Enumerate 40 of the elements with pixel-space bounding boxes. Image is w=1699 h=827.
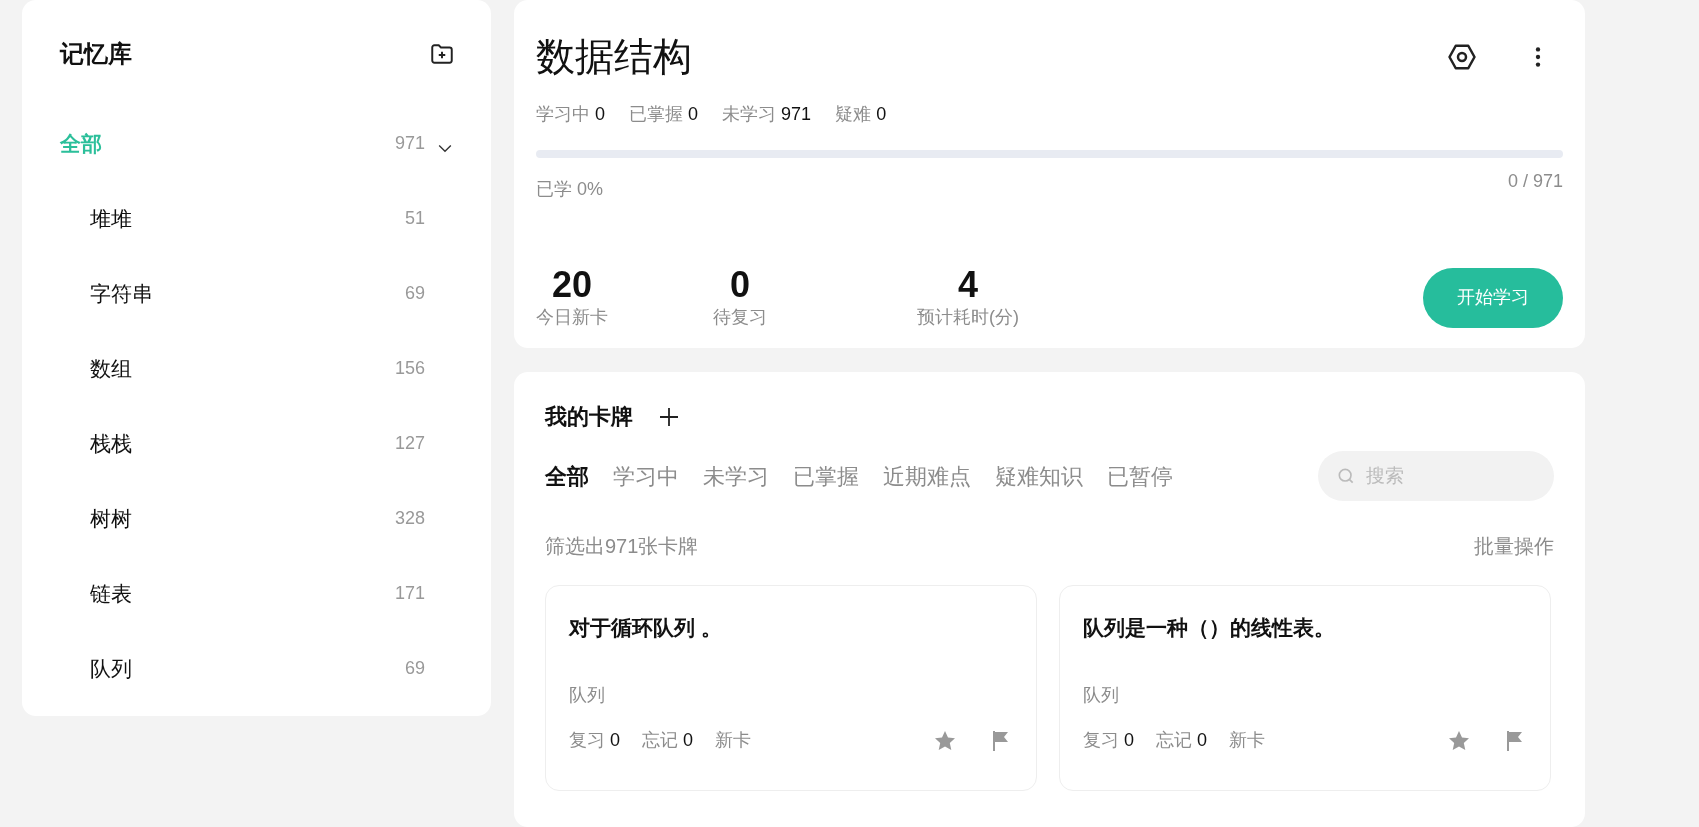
filter-count: 筛选出971张卡牌 bbox=[545, 534, 699, 559]
sidebar-item[interactable]: 链表 171 bbox=[22, 556, 455, 631]
sidebar-item[interactable]: 栈栈 127 bbox=[22, 406, 455, 481]
stat-text: 疑难 0 bbox=[835, 102, 887, 126]
stat-text: 学习中 0 bbox=[536, 102, 606, 126]
metric-value: 20 bbox=[551, 264, 592, 305]
card-tag: 队列 bbox=[569, 682, 1013, 709]
search-icon bbox=[1336, 466, 1356, 486]
card-stat: 复习 0 bbox=[1083, 729, 1135, 752]
card-status: 新卡 bbox=[1229, 729, 1266, 752]
metric-value: 0 bbox=[730, 264, 750, 305]
sidebar-item[interactable]: 堆堆 51 bbox=[22, 181, 455, 256]
card-stat: 忘记 0 bbox=[642, 729, 694, 752]
flashcard[interactable]: 对于循环队列 。 队列 复习 0 忘记 0 新卡 bbox=[545, 585, 1037, 791]
card-stat: 忘记 0 bbox=[1156, 729, 1208, 752]
folder-plus-icon[interactable] bbox=[429, 41, 455, 67]
stat-text: 未学习 971 bbox=[722, 102, 812, 126]
filter-tab[interactable]: 全部 bbox=[545, 459, 589, 493]
metric-value: 4 bbox=[958, 264, 978, 305]
card-status: 新卡 bbox=[715, 729, 752, 752]
settings-icon[interactable] bbox=[1447, 42, 1477, 73]
batch-action-link[interactable]: 批量操作 bbox=[1474, 531, 1554, 561]
sidebar-item[interactable]: 字符串 69 bbox=[22, 256, 455, 331]
card-tag: 队列 bbox=[1083, 682, 1527, 709]
sidebar-item[interactable]: 数组 156 bbox=[22, 331, 455, 406]
metric-label: 预计耗时(分) bbox=[917, 306, 1019, 330]
sidebar-item[interactable]: 队列 69 bbox=[22, 631, 455, 706]
stat-text: 已掌握 0 bbox=[629, 102, 699, 126]
card-question: 队列是一种（）的线性表。 bbox=[1083, 615, 1336, 641]
sidebar-title: 记忆库 bbox=[60, 39, 132, 69]
deck-title: 数据结构 bbox=[536, 34, 692, 80]
metric-label: 待复习 bbox=[713, 306, 767, 330]
flashcard[interactable]: 队列是一种（）的线性表。 队列 复习 0 忘记 0 新卡 bbox=[1059, 585, 1551, 791]
card-question: 对于循环队列 。 bbox=[569, 615, 723, 641]
progress-count: 0 / 971 bbox=[1507, 169, 1563, 193]
card-stat: 复习 0 bbox=[569, 729, 621, 752]
sidebar-item[interactable]: 树树 328 bbox=[22, 481, 455, 556]
metric-label: 今日新卡 bbox=[536, 306, 608, 330]
panel-title: 我的卡牌 bbox=[545, 403, 633, 431]
learned-percent: 已学 0% bbox=[536, 177, 604, 201]
